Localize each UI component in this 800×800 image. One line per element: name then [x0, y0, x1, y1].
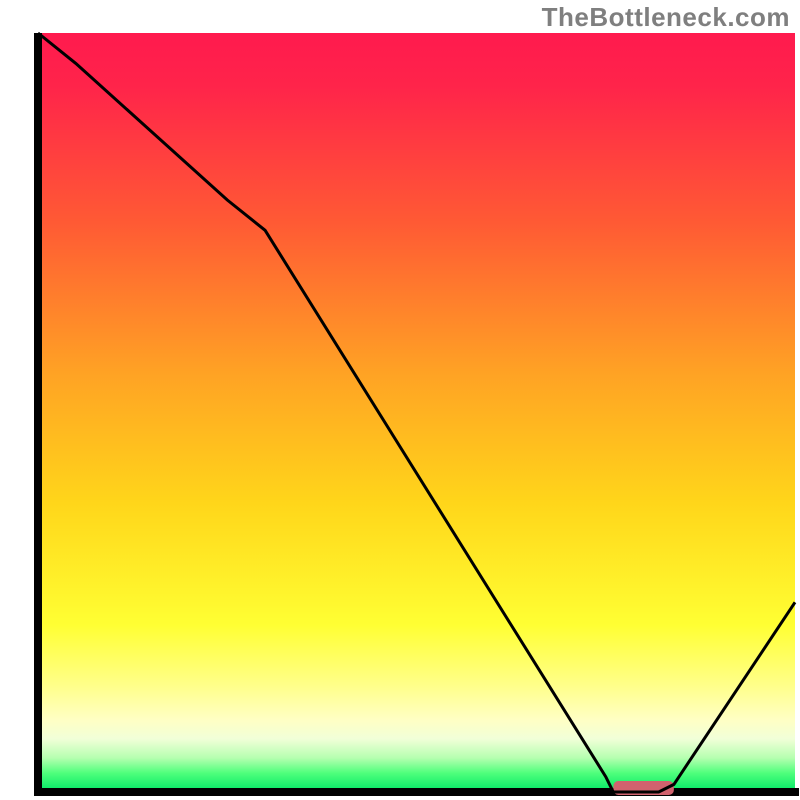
attribution-label: TheBottleneck.com [542, 2, 790, 33]
chart-container: { "attribution": "TheBottleneck.com", "c… [0, 0, 800, 800]
bottleneck-chart [0, 0, 800, 800]
